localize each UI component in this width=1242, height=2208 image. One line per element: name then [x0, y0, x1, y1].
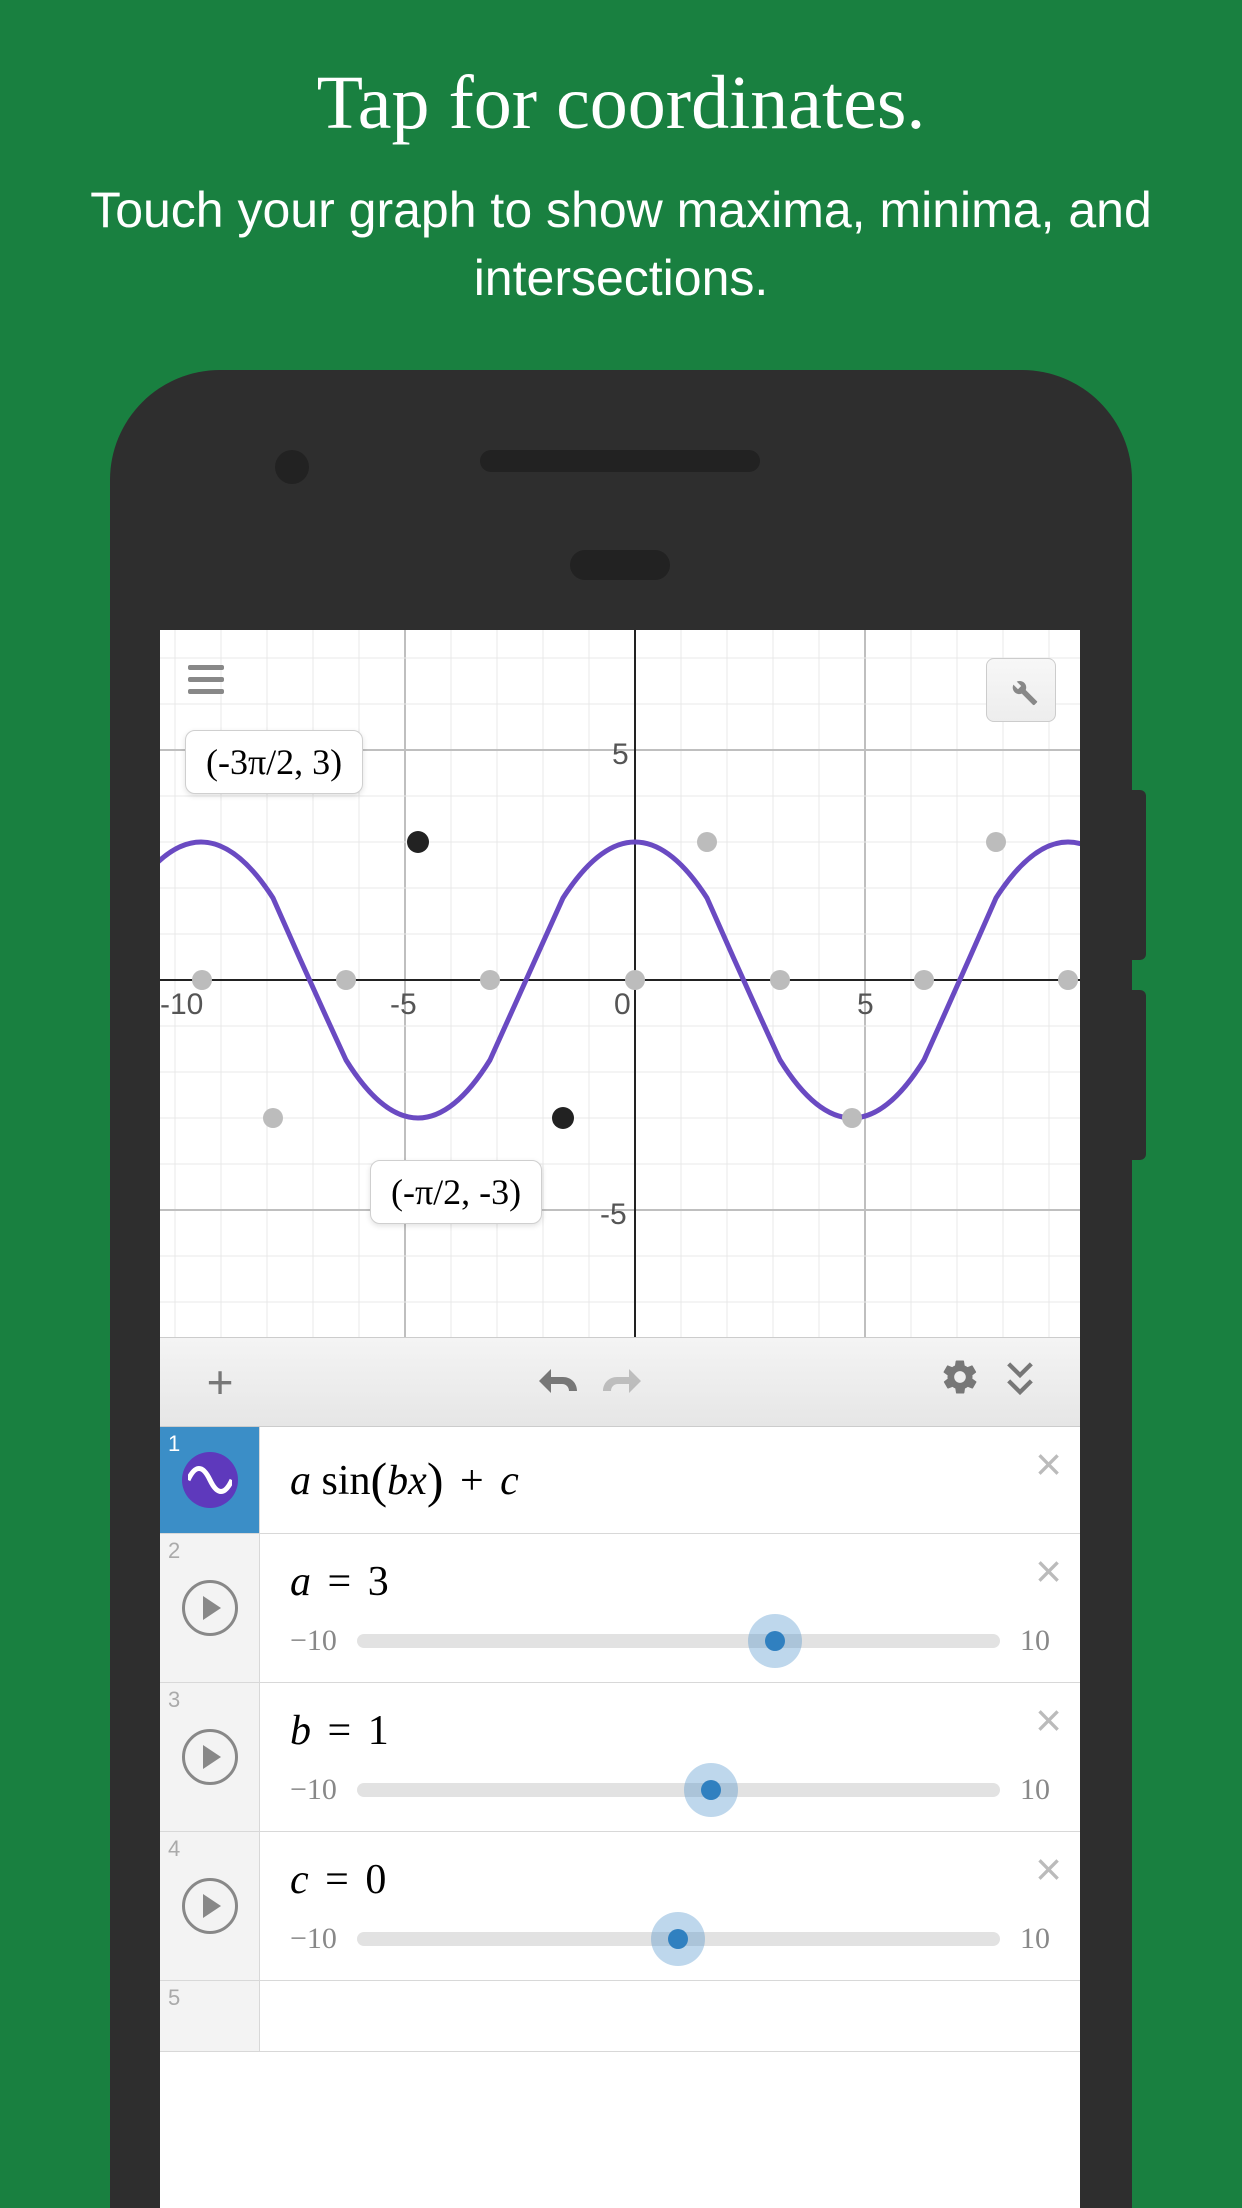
app-screen: 5 -5 -10 -5 0 5 (-3π/2, 3) (-π/2, -3) + [160, 630, 1080, 2208]
phone-frame: 5 -5 -10 -5 0 5 (-3π/2, 3) (-π/2, -3) + [110, 370, 1132, 2208]
coord-label-min[interactable]: (-π/2, -3) [370, 1160, 542, 1224]
graph-canvas[interactable]: 5 -5 -10 -5 0 5 (-3π/2, 3) (-π/2, -3) [160, 630, 1080, 1337]
x-tick-neg10: -10 [160, 988, 203, 1022]
redo-button[interactable] [590, 1355, 650, 1409]
slider-min[interactable]: −10 [290, 1922, 337, 1956]
x-tick-5: 5 [857, 988, 874, 1022]
gear-icon[interactable] [930, 1357, 990, 1407]
slider-max[interactable]: 10 [1020, 1624, 1050, 1658]
menu-icon[interactable] [188, 665, 224, 694]
row-index: 4 [168, 1836, 180, 1862]
close-icon[interactable]: × [1035, 1544, 1062, 1598]
sine-icon[interactable] [182, 1452, 238, 1508]
settings-wrench-button[interactable] [986, 658, 1056, 722]
collapse-icon[interactable] [990, 1355, 1050, 1409]
play-icon[interactable] [182, 1878, 238, 1934]
expression-list: 1 a sin(bx) + c × 2 [160, 1427, 1080, 2052]
row-index: 5 [168, 1985, 180, 2011]
expression-row-1[interactable]: 1 a sin(bx) + c × [160, 1427, 1080, 1534]
promo-subtitle: Touch your graph to show maxima, minima,… [0, 147, 1242, 312]
slider-min[interactable]: −10 [290, 1773, 337, 1807]
row-index: 2 [168, 1538, 180, 1564]
slider-variable-c[interactable]: c = 0 [290, 1856, 1050, 1904]
add-expression-button[interactable]: + [190, 1355, 250, 1409]
expression-row-4[interactable]: 4 c = 0 × −10 10 [160, 1832, 1080, 1981]
close-icon[interactable]: × [1035, 1693, 1062, 1747]
slider-max[interactable]: 10 [1020, 1773, 1050, 1807]
x-tick-neg5: -5 [390, 988, 417, 1022]
slider-c[interactable] [357, 1932, 1000, 1946]
close-icon[interactable]: × [1035, 1437, 1062, 1491]
y-tick-neg5: -5 [600, 1198, 627, 1232]
expression-formula[interactable]: a sin(bx) + c [290, 1451, 1050, 1509]
play-icon[interactable] [182, 1580, 238, 1636]
promo-title: Tap for coordinates. [0, 0, 1242, 147]
coord-label-max[interactable]: (-3π/2, 3) [185, 730, 363, 794]
undo-button[interactable] [530, 1355, 590, 1409]
play-icon[interactable] [182, 1729, 238, 1785]
slider-max[interactable]: 10 [1020, 1922, 1050, 1956]
expression-row-2[interactable]: 2 a = 3 × −10 10 [160, 1534, 1080, 1683]
x-tick-0: 0 [614, 988, 631, 1022]
expression-toolbar: + [160, 1337, 1080, 1427]
slider-a[interactable] [357, 1634, 1000, 1648]
row-index: 1 [168, 1431, 180, 1457]
slider-variable-a[interactable]: a = 3 [290, 1558, 1050, 1606]
slider-b[interactable] [357, 1783, 1000, 1797]
expression-row-3[interactable]: 3 b = 1 × −10 10 [160, 1683, 1080, 1832]
expression-row-5[interactable]: 5 [160, 1981, 1080, 2052]
y-tick-5: 5 [612, 738, 629, 772]
row-index: 3 [168, 1687, 180, 1713]
slider-min[interactable]: −10 [290, 1624, 337, 1658]
close-icon[interactable]: × [1035, 1842, 1062, 1896]
slider-variable-b[interactable]: b = 1 [290, 1707, 1050, 1755]
